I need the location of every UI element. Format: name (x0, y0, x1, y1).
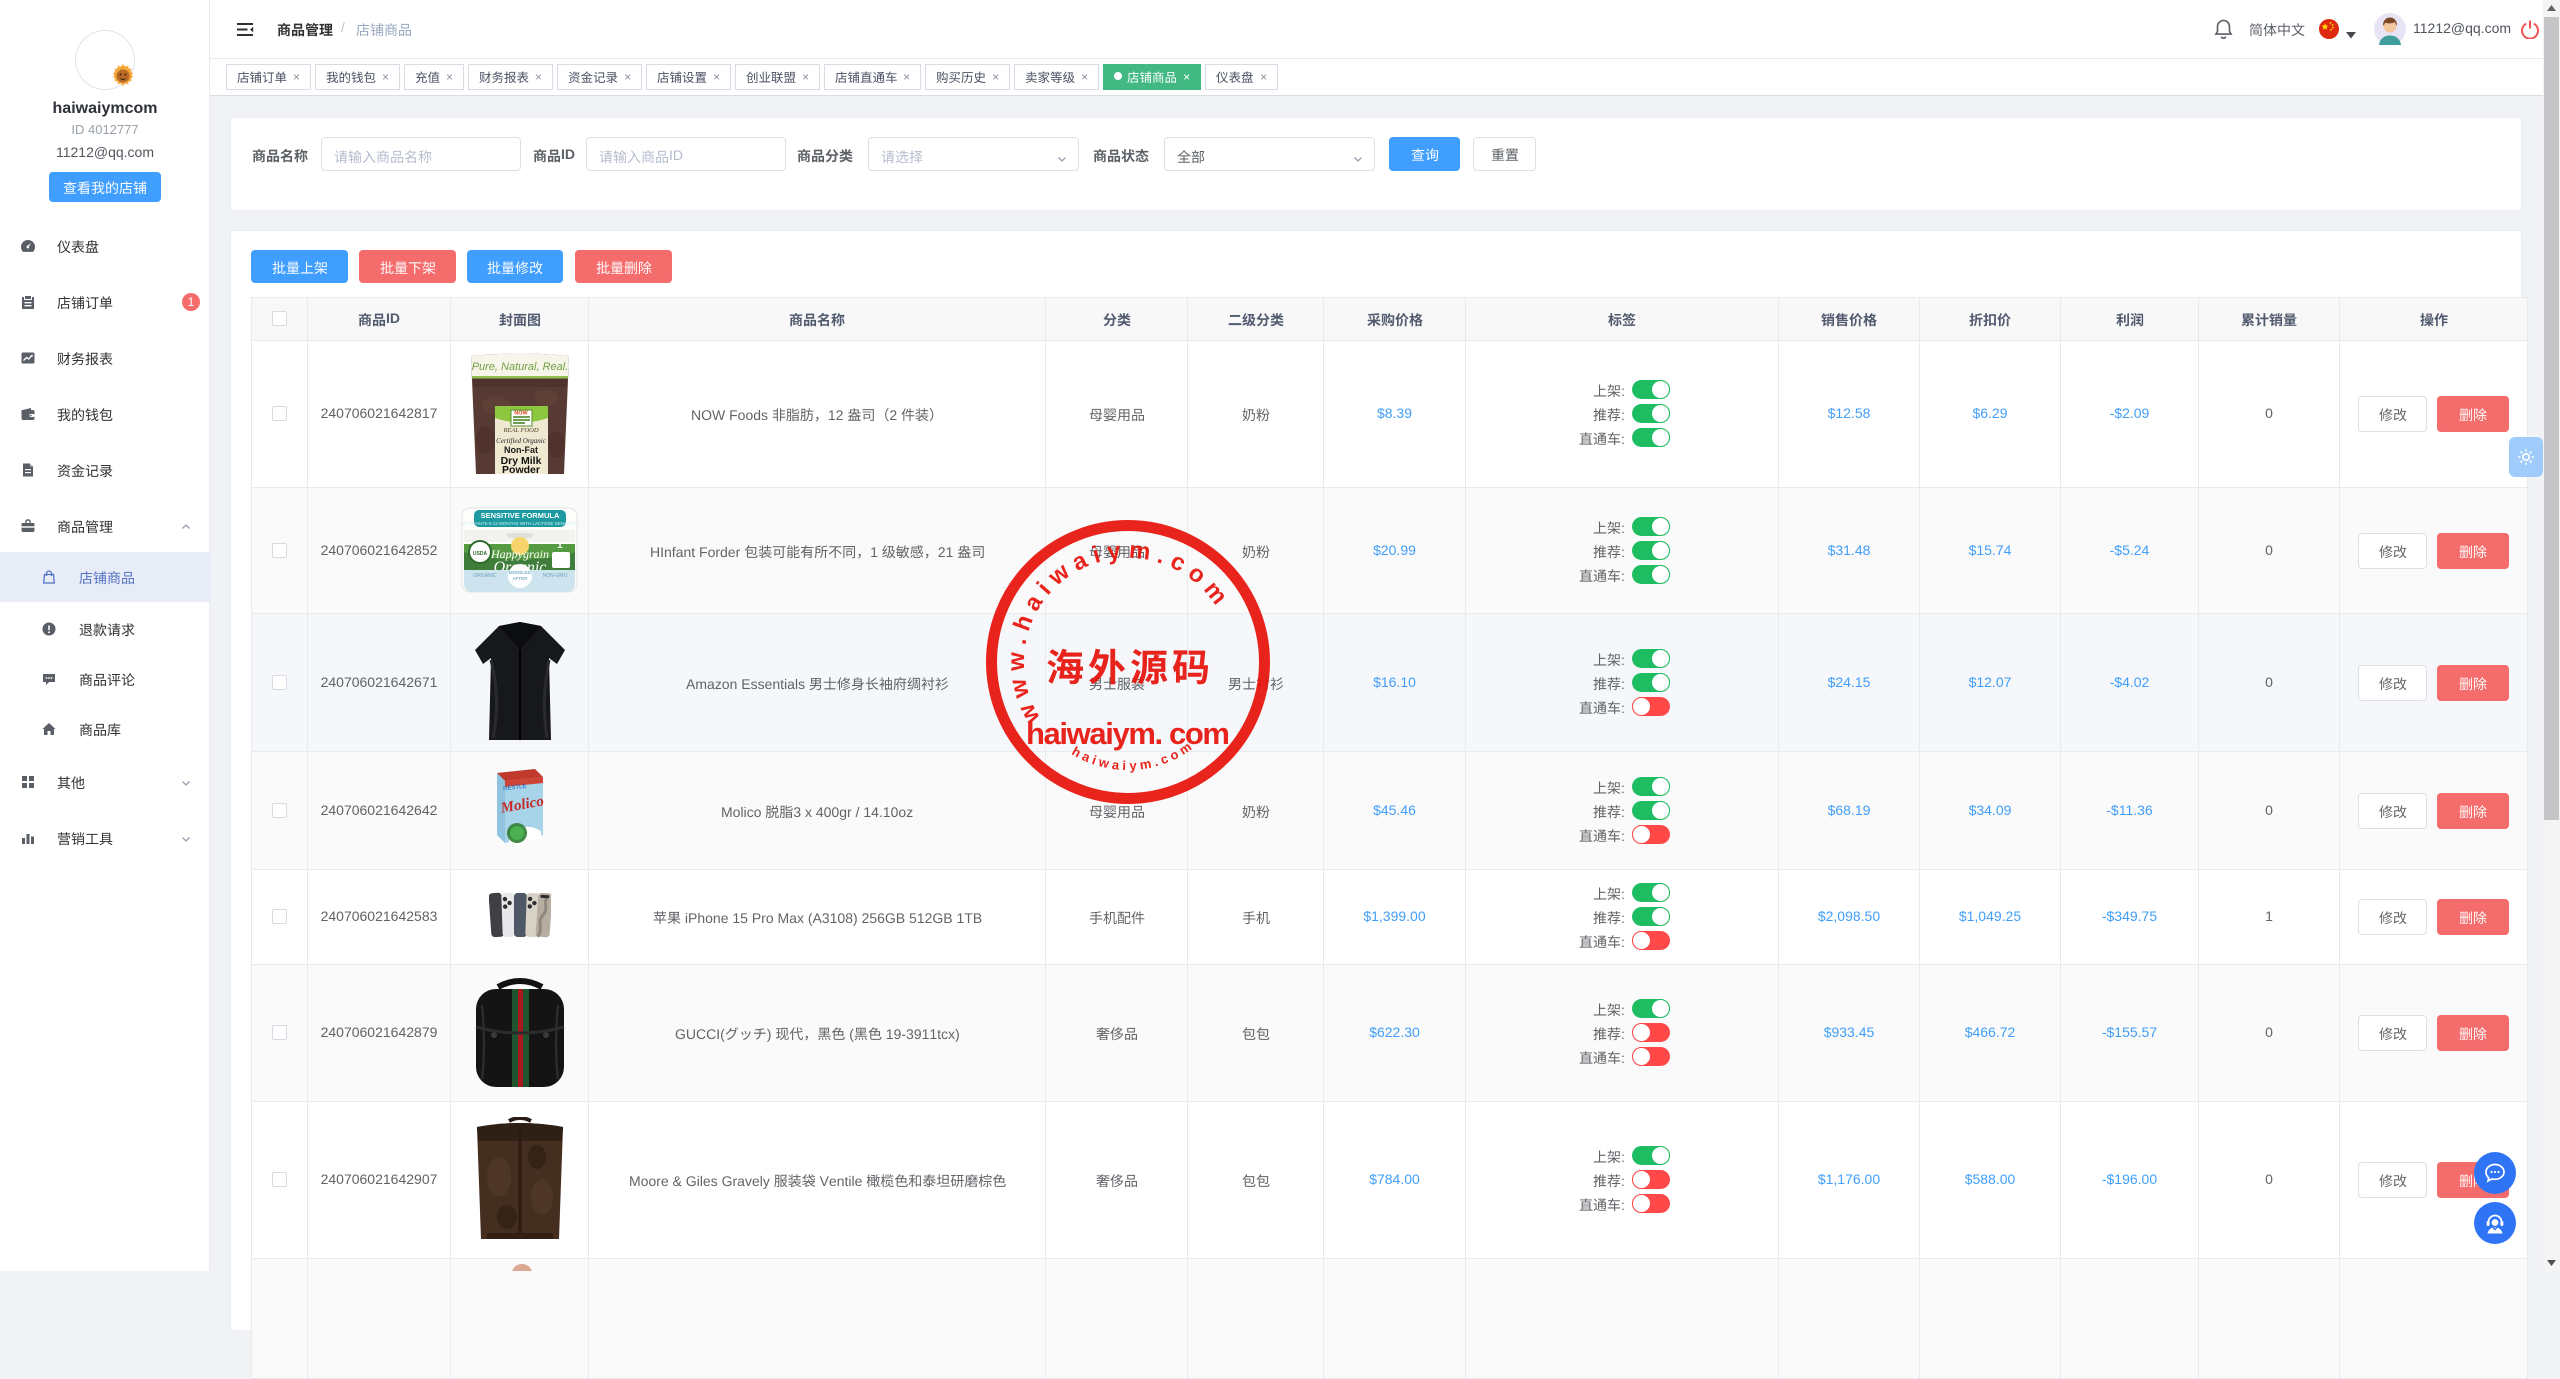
svg-text:haiwaiym. com: haiwaiym. com (1026, 716, 1230, 751)
svg-text:Pure, Natural, Real.: Pure, Natural, Real. (471, 361, 568, 373)
svg-text:Certified Organic: Certified Organic (496, 437, 547, 445)
svg-text:REAL FOOD: REAL FOOD (502, 427, 538, 434)
svg-text:SENSITIVE FORMULA: SENSITIVE FORMULA (481, 511, 560, 520)
svg-text:1: 1 (557, 540, 563, 551)
svg-text:MODELED: MODELED (509, 570, 532, 575)
svg-text:AFTER: AFTER (513, 576, 529, 581)
svg-text:Non-Fat: Non-Fat (504, 445, 538, 455)
svg-text:FOR INFANTS 0-12 MONTHS WITH L: FOR INFANTS 0-12 MONTHS WITH LACTOSE SEN… (460, 521, 579, 526)
svg-text:NON-GMO: NON-GMO (543, 573, 568, 579)
svg-text:USDA: USDA (473, 551, 488, 557)
svg-text:ORGANIC: ORGANIC (473, 573, 497, 579)
svg-text:NOW: NOW (514, 410, 528, 416)
svg-text:Powder: Powder (502, 464, 540, 474)
